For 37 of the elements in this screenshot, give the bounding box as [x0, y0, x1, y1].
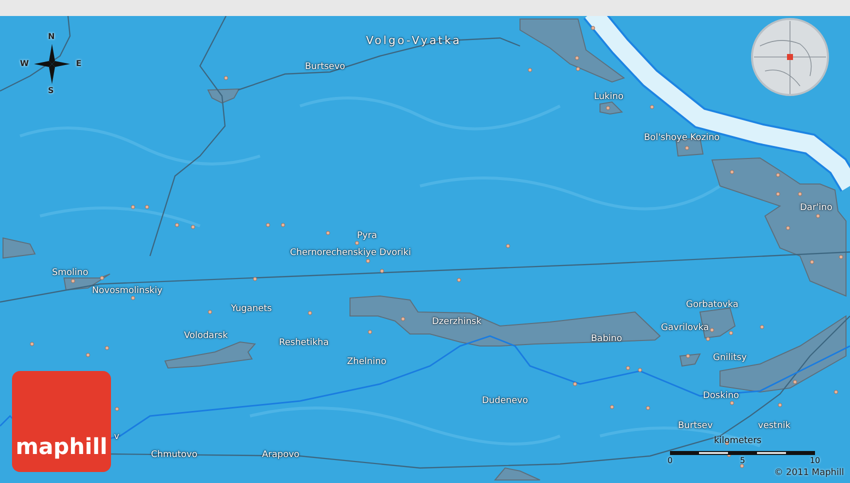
place-label: Pyra — [357, 232, 377, 241]
compass-west-label: W — [20, 60, 29, 68]
place-label: Dzerzhinsk — [432, 318, 482, 327]
place-label: Chernorechenskiye Dvoriki — [290, 249, 412, 258]
scale-tick-label: 0 — [667, 457, 673, 465]
place-label: Gavrilovka — [661, 324, 709, 333]
place-label: Chmutovo — [151, 451, 198, 460]
place-label: Burtsev — [678, 422, 713, 431]
compass-rose-icon — [34, 44, 70, 84]
place-label: Novosmolinskiy — [92, 287, 162, 296]
globe-icon — [751, 18, 829, 96]
scale-tick-label: 10 — [810, 457, 820, 465]
place-label: Volodarsk — [184, 332, 228, 341]
region-label: Volgo-Vyatka — [366, 35, 462, 46]
compass-south-label: S — [48, 87, 54, 95]
scale-unit-label: kilometers — [714, 437, 762, 446]
place-label: Bol'shoye Kozino — [644, 134, 720, 143]
place-label: Zhelnino — [347, 358, 386, 367]
maphill-logo: maphill — [12, 371, 111, 472]
place-label: Gorbatovka — [686, 301, 738, 310]
place-label: Gnilitsy — [713, 354, 747, 363]
place-label: Arapovo — [262, 451, 300, 460]
place-label: Burtsevo — [305, 63, 346, 72]
place-label: Yuganets — [231, 305, 272, 314]
copyright-text: © 2011 Maphill — [774, 469, 844, 478]
place-label: Dar'ino — [800, 204, 832, 213]
compass-east-label: E — [76, 60, 82, 68]
place-label: v — [114, 433, 120, 442]
place-label: Lukino — [594, 93, 624, 102]
place-label: Doskino — [703, 392, 740, 401]
place-label: vestnik — [758, 422, 790, 431]
scale-tick-label: 5 — [740, 457, 746, 465]
place-label: Dudenevo — [482, 397, 528, 406]
place-label: Babino — [591, 335, 622, 344]
place-label: Reshetikha — [279, 339, 329, 348]
place-label: Smolino — [52, 269, 88, 278]
compass-north-label: N — [48, 33, 55, 41]
